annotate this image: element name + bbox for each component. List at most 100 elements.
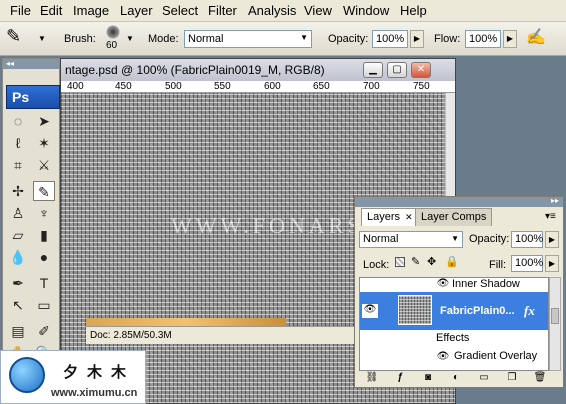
- fill-slider-button[interactable]: ▶: [545, 255, 559, 272]
- gradient-tool-icon[interactable]: ▮: [33, 225, 55, 245]
- fill-field[interactable]: 100%: [511, 255, 543, 272]
- move-tool-icon[interactable]: ➤: [33, 111, 55, 131]
- ruler-label: 600: [264, 81, 281, 92]
- pen-tool-icon[interactable]: ✒: [7, 273, 29, 293]
- airbrush-icon[interactable]: ✍: [526, 27, 546, 47]
- horizontal-ruler: 400 450 500 550 600 650 700 750: [61, 81, 455, 93]
- lock-transparency-icon[interactable]: [395, 257, 405, 267]
- lock-all-icon[interactable]: 🔒: [445, 255, 459, 268]
- flow-slider-button[interactable]: ▶: [503, 30, 517, 48]
- minimize-button[interactable]: ▁: [363, 62, 383, 78]
- layer-opacity-slider-button[interactable]: ▶: [545, 231, 559, 248]
- panel-header[interactable]: ▸▸: [355, 196, 563, 207]
- blend-mode-value: Normal: [363, 233, 399, 245]
- menu-bar: File Edit Image Layer Select Filter Anal…: [0, 0, 566, 22]
- type-tool-icon[interactable]: T: [33, 273, 55, 293]
- gradient-overlay-label: Gradient Overlay: [454, 350, 538, 362]
- layers-panel-footer: ⛓ ƒ ◙ ◐ ▭ ❐ 🗑: [355, 371, 563, 387]
- ruler-label: 750: [413, 81, 430, 92]
- menu-edit[interactable]: Edit: [40, 3, 62, 18]
- notes-tool-icon[interactable]: ▤: [7, 321, 29, 341]
- menu-select[interactable]: Select: [162, 3, 198, 18]
- chevron-down-icon: ▼: [300, 33, 308, 42]
- fx-icon[interactable]: fx: [524, 303, 535, 319]
- layer-row-selected[interactable]: 👁 FabricPlain0... fx: [360, 292, 548, 330]
- layers-scrollbar[interactable]: [549, 277, 561, 371]
- layer-list: 👁 Inner Shadow 👁 FabricPlain0... fx Effe…: [359, 277, 549, 371]
- layer-effect-row[interactable]: 👁 Inner Shadow: [360, 278, 548, 292]
- effects-label: Effects: [436, 332, 470, 344]
- scrollbar-thumb[interactable]: [551, 308, 559, 324]
- crop-tool-icon[interactable]: ⌗: [7, 155, 29, 175]
- lock-position-icon[interactable]: ✥: [427, 255, 436, 268]
- canvas-bottom-stripe: [86, 318, 286, 326]
- visibility-eye-icon[interactable]: 👁: [362, 304, 378, 318]
- lock-label: Lock:: [363, 259, 390, 271]
- brush-picker-arrow-icon[interactable]: ▼: [126, 34, 134, 43]
- ps-logo[interactable]: Ps: [6, 85, 60, 109]
- eye-icon[interactable]: 👁: [436, 278, 450, 289]
- brush-label: Brush:: [64, 33, 96, 45]
- brush-tool-icon[interactable]: ✎: [6, 26, 21, 47]
- dodge-tool-icon[interactable]: ●: [33, 247, 55, 267]
- gradient-overlay-row[interactable]: 👁 Gradient Overlay: [360, 350, 548, 366]
- menu-window[interactable]: Window: [343, 3, 389, 18]
- brush-size: 60: [106, 40, 118, 51]
- logo-chinese-text: 夕木木: [63, 363, 136, 381]
- chevron-down-icon: ▼: [451, 234, 459, 243]
- add-mask-icon[interactable]: ◙: [421, 372, 435, 385]
- mode-value: Normal: [188, 33, 224, 45]
- maximize-button[interactable]: ▢: [387, 62, 407, 78]
- blend-mode-select[interactable]: Normal ▼: [359, 231, 463, 248]
- mode-select[interactable]: Normal ▼: [184, 30, 312, 48]
- opacity-field[interactable]: 100%: [372, 30, 408, 48]
- menu-image[interactable]: Image: [73, 3, 109, 18]
- tab-layers[interactable]: Layers ✕: [361, 208, 419, 226]
- tab-close-icon[interactable]: ✕: [405, 212, 413, 222]
- path-selection-tool-icon[interactable]: ↖: [7, 295, 29, 315]
- magic-wand-tool-icon[interactable]: ✶: [33, 133, 55, 153]
- logo-emblem-icon: [9, 357, 45, 393]
- brush-preview-icon[interactable]: [106, 25, 120, 39]
- blur-tool-icon[interactable]: 💧: [7, 247, 29, 267]
- slice-tool-icon[interactable]: ⚔: [33, 155, 55, 175]
- ruler-label: 700: [363, 81, 380, 92]
- menu-filter[interactable]: Filter: [208, 3, 237, 18]
- healing-brush-tool-icon[interactable]: ✢: [7, 181, 29, 201]
- menu-layer[interactable]: Layer: [120, 3, 153, 18]
- panel-menu-icon[interactable]: ▾≡: [545, 211, 556, 222]
- ruler-label: 650: [313, 81, 330, 92]
- shape-tool-icon[interactable]: ▭: [33, 295, 55, 315]
- history-brush-tool-icon[interactable]: ♆: [33, 203, 55, 223]
- flow-field[interactable]: 100%: [465, 30, 501, 48]
- document-status-bar: Doc: 2.85M/50.3M: [86, 326, 396, 344]
- layer-opacity-field[interactable]: 100%: [511, 231, 543, 248]
- new-layer-icon[interactable]: ❐: [505, 372, 519, 385]
- clone-stamp-tool-icon[interactable]: ♙: [7, 203, 29, 223]
- tool-preset-arrow-icon[interactable]: ▼: [38, 34, 46, 43]
- link-layers-icon[interactable]: ⛓: [365, 372, 379, 385]
- menu-file[interactable]: File: [10, 3, 31, 18]
- menu-view[interactable]: View: [304, 3, 332, 18]
- lock-image-icon[interactable]: ✎: [411, 255, 420, 268]
- opacity-slider-button[interactable]: ▶: [410, 30, 424, 48]
- tab-layer-comps[interactable]: Layer Comps: [415, 208, 493, 226]
- add-style-icon[interactable]: ƒ: [393, 372, 407, 385]
- eye-icon[interactable]: 👁: [436, 351, 450, 362]
- eyedropper-tool-icon[interactable]: ✐: [33, 321, 55, 341]
- flow-label: Flow:: [434, 33, 461, 45]
- tab-layers-label: Layers: [367, 211, 401, 223]
- trash-icon[interactable]: 🗑: [533, 372, 547, 385]
- panel-collapse-icon[interactable]: ▸▸: [551, 196, 559, 205]
- menu-analysis[interactable]: Analysis: [248, 3, 296, 18]
- eraser-tool-icon[interactable]: ▱: [7, 225, 29, 245]
- lasso-tool-icon[interactable]: ℓ: [7, 133, 29, 153]
- toolbox-header[interactable]: ◂◂: [3, 59, 59, 69]
- new-group-icon[interactable]: ▭: [477, 372, 491, 385]
- close-button[interactable]: ✕: [411, 62, 431, 78]
- effects-row[interactable]: Effects: [360, 332, 548, 348]
- brush-tool-active-icon[interactable]: ✎: [33, 181, 55, 201]
- menu-help[interactable]: Help: [400, 3, 427, 18]
- adjustment-layer-icon[interactable]: ◐: [449, 372, 463, 385]
- marquee-tool-icon[interactable]: ◌: [7, 111, 29, 131]
